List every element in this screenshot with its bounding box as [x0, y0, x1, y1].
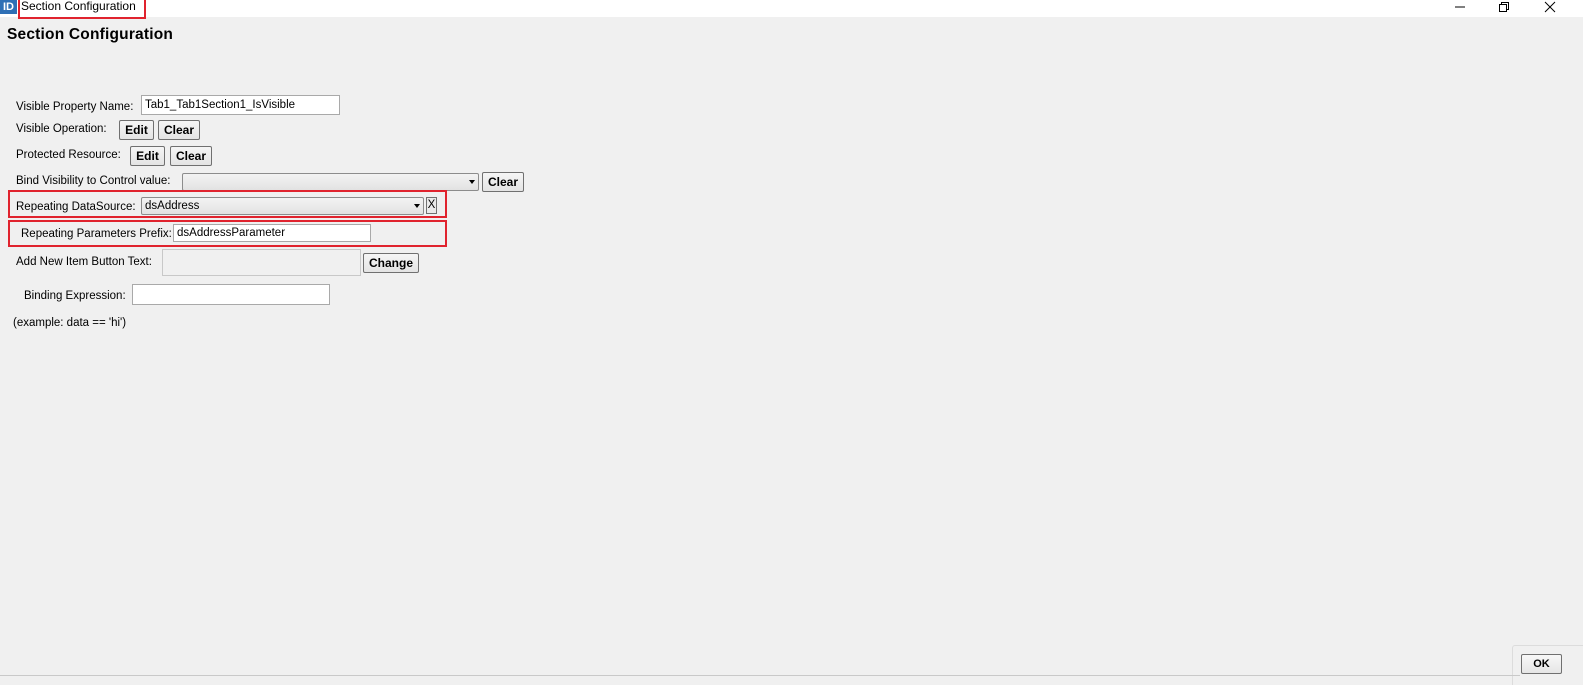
repeating-datasource-dropdown[interactable]: dsAddress — [141, 197, 424, 215]
chevron-down-icon — [469, 180, 475, 184]
window-title: Section Configuration — [21, 0, 136, 13]
footer-divider — [0, 675, 1520, 676]
bind-visibility-clear-button[interactable]: Clear — [482, 172, 524, 192]
section-configuration-window: ID Section Configuration Section Configu… — [0, 0, 1583, 685]
visible-operation-clear-button[interactable]: Clear — [158, 120, 200, 140]
protected-resource-label: Protected Resource: — [16, 149, 121, 161]
visible-property-name-label: Visible Property Name: — [16, 101, 134, 113]
binding-expression-input[interactable] — [132, 284, 330, 305]
app-icon: ID — [0, 0, 17, 14]
chevron-down-icon — [414, 204, 420, 208]
visible-operation-label: Visible Operation: — [16, 123, 107, 135]
restore-icon — [1499, 2, 1509, 12]
binding-expression-label: Binding Expression: — [24, 290, 126, 302]
close-button[interactable] — [1535, 0, 1565, 14]
add-new-item-text-input[interactable] — [162, 249, 361, 276]
bind-visibility-dropdown[interactable] — [182, 173, 479, 191]
repeating-datasource-label: Repeating DataSource: — [16, 201, 136, 213]
add-new-item-label: Add New Item Button Text: — [16, 256, 152, 268]
page-title: Section Configuration — [7, 26, 174, 43]
repeating-prefix-label: Repeating Parameters Prefix: — [21, 228, 172, 240]
protected-resource-clear-button[interactable]: Clear — [170, 146, 212, 166]
repeating-prefix-input[interactable]: dsAddressParameter — [173, 224, 371, 242]
restore-button[interactable] — [1489, 0, 1519, 14]
close-icon — [1544, 1, 1556, 13]
protected-resource-edit-button[interactable]: Edit — [130, 146, 165, 166]
bind-visibility-label: Bind Visibility to Control value: — [16, 175, 171, 187]
minimize-icon — [1455, 6, 1465, 8]
binding-expression-example: (example: data == 'hi') — [13, 317, 127, 329]
visible-property-name-input[interactable]: Tab1_Tab1Section1_IsVisible — [141, 95, 340, 115]
repeating-datasource-remove-button[interactable]: X — [426, 197, 437, 214]
title-bar: ID Section Configuration — [0, 0, 1583, 19]
ok-button[interactable]: OK — [1521, 654, 1562, 674]
repeating-datasource-value: dsAddress — [145, 200, 200, 212]
add-new-item-change-button[interactable]: Change — [363, 253, 419, 273]
visible-operation-edit-button[interactable]: Edit — [119, 120, 154, 140]
minimize-button[interactable] — [1445, 0, 1475, 14]
